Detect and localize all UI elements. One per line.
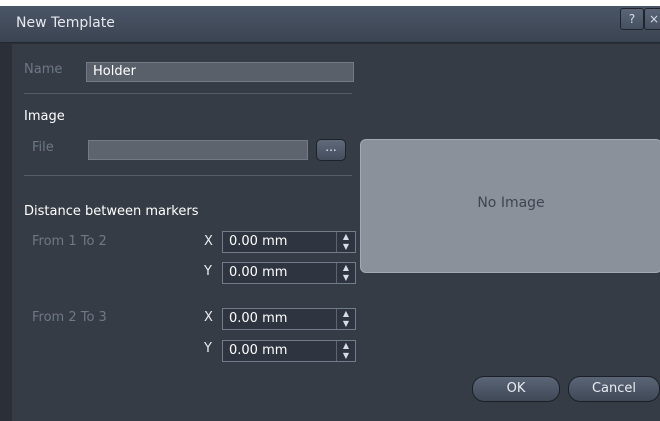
- browse-button[interactable]: ...: [316, 139, 346, 161]
- spinbox-arrows-icon[interactable]: ▲ ▼: [336, 232, 355, 252]
- spinbox-arrows-icon[interactable]: ▲ ▼: [336, 341, 355, 361]
- from-1-to-2-label: From 1 To 2: [32, 234, 107, 249]
- from-2-to-3-label: From 2 To 3: [32, 310, 107, 325]
- distance-2-3-y-spinbox[interactable]: 0.00 mm ▲ ▼: [222, 340, 356, 362]
- file-input[interactable]: [88, 140, 308, 160]
- close-button[interactable]: ×: [644, 8, 660, 30]
- image-heading: Image: [24, 109, 65, 124]
- spinbox-arrows-icon[interactable]: ▲ ▼: [336, 263, 355, 283]
- distance-1-2-x-spinbox[interactable]: 0.00 mm ▲ ▼: [222, 231, 356, 253]
- spinbox-arrows-icon[interactable]: ▲ ▼: [336, 309, 355, 329]
- window-title: New Template: [16, 15, 115, 31]
- file-label: File: [32, 140, 54, 155]
- x-axis-label: X: [204, 234, 213, 249]
- spinbox-value: 0.00 mm: [229, 343, 288, 358]
- spinbox-value: 0.00 mm: [229, 265, 288, 280]
- spinbox-value: 0.00 mm: [229, 234, 288, 249]
- x-axis-label: X: [204, 310, 213, 325]
- image-preview: No Image: [360, 139, 660, 273]
- no-image-text: No Image: [477, 195, 545, 211]
- y-axis-label: Y: [204, 264, 212, 279]
- name-input[interactable]: Holder: [86, 62, 354, 82]
- cancel-button[interactable]: Cancel: [568, 376, 660, 402]
- name-label: Name: [24, 62, 63, 77]
- title-bar: New Template ? ×: [0, 6, 660, 43]
- separator: [24, 93, 352, 94]
- spinbox-value: 0.00 mm: [229, 311, 288, 326]
- separator: [24, 175, 352, 176]
- distance-1-2-y-spinbox[interactable]: 0.00 mm ▲ ▼: [222, 262, 356, 284]
- dialog-content: Name Holder Image File ... No Image Dist…: [12, 44, 660, 421]
- help-button[interactable]: ?: [620, 8, 644, 30]
- distance-heading: Distance between markers: [24, 204, 199, 219]
- distance-2-3-x-spinbox[interactable]: 0.00 mm ▲ ▼: [222, 308, 356, 330]
- ok-button[interactable]: OK: [472, 376, 560, 402]
- y-axis-label: Y: [204, 341, 212, 356]
